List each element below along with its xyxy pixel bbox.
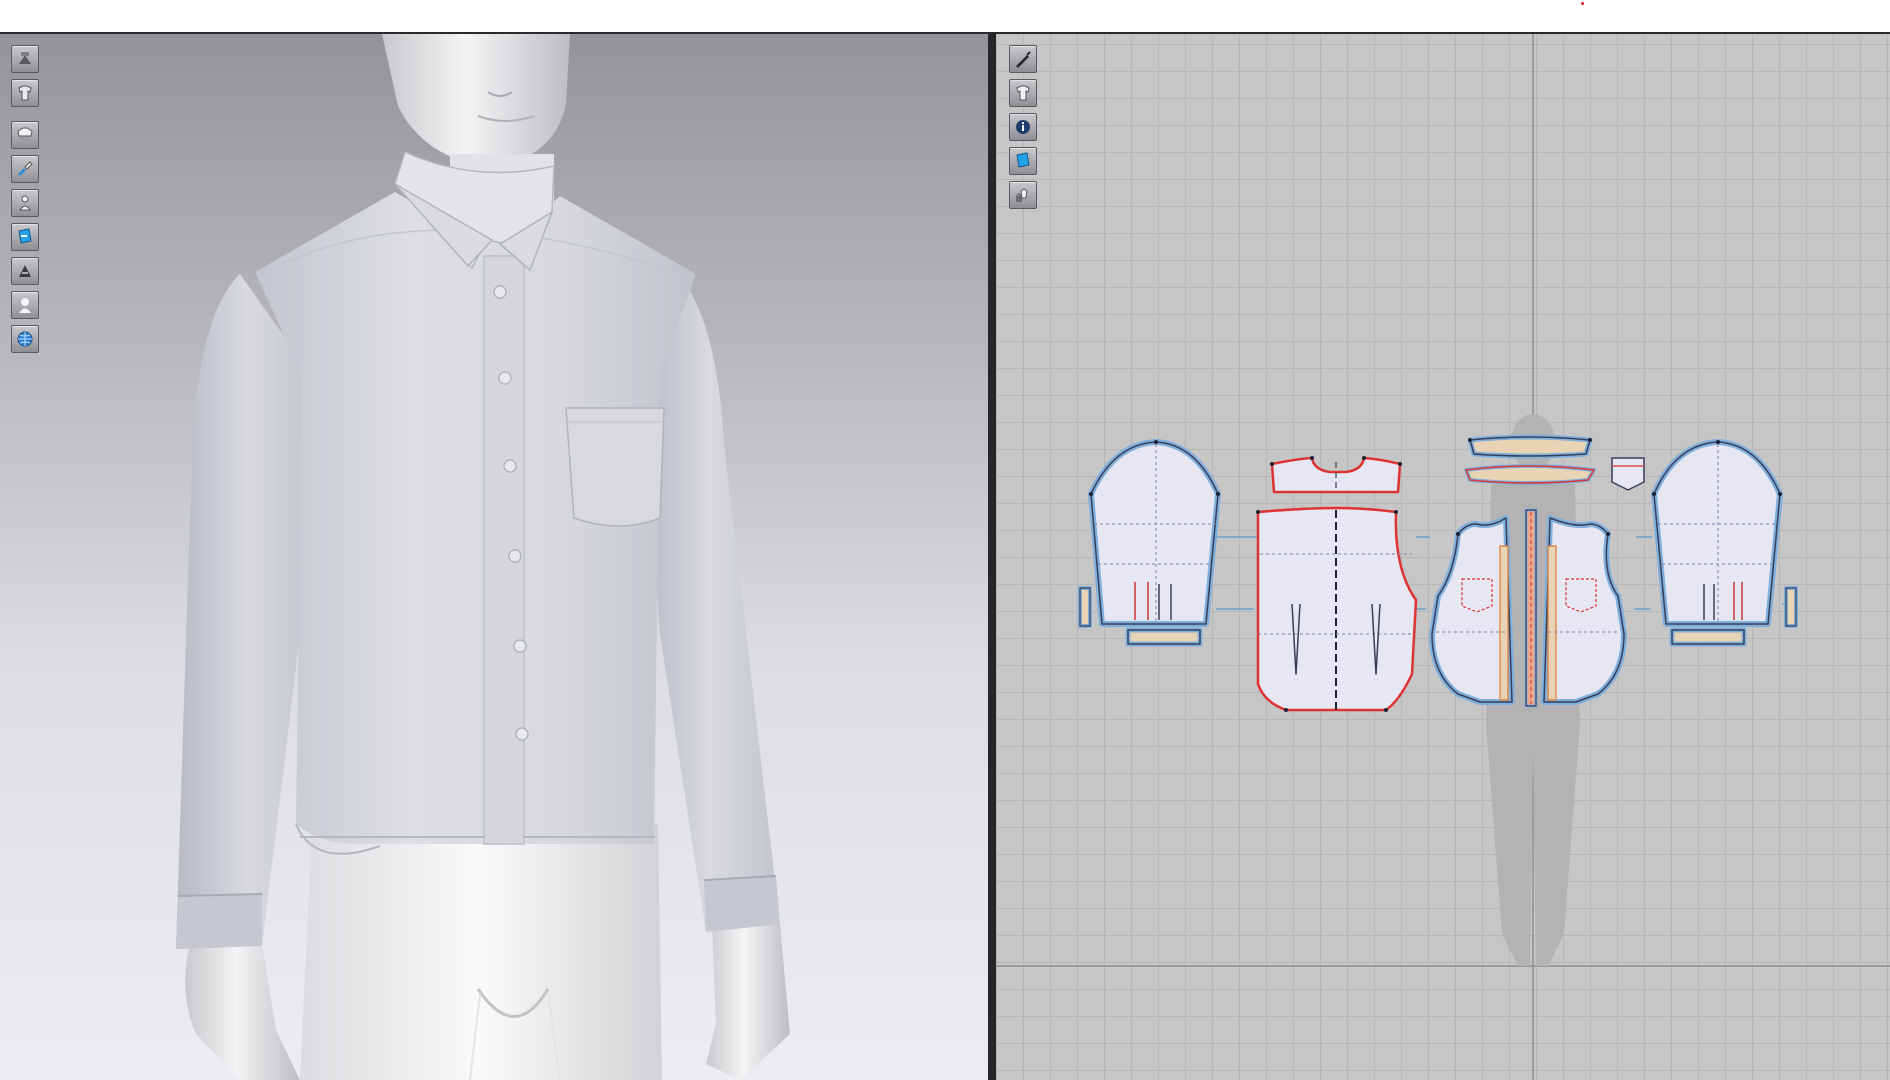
viewport-3d-toolbar [11, 45, 39, 359]
texture-paint-button[interactable] [11, 155, 39, 183]
fabric-texture-icon [1016, 152, 1030, 168]
pattern-2d-scene[interactable] [996, 34, 1890, 1080]
pattern-front-left[interactable] [1429, 515, 1515, 705]
texture-paint-icon [18, 161, 33, 176]
pattern-sleeve-placket-left[interactable] [1078, 586, 1092, 628]
pen-tool-icon [1016, 51, 1031, 68]
info-icon [1016, 120, 1030, 134]
fabric-texture-button[interactable] [1009, 147, 1037, 175]
avatar-silhouette-icon [19, 298, 31, 313]
shirt-sleeve-left [176, 274, 318, 949]
shirt-pattern-icon [1016, 85, 1030, 101]
pattern-front-right[interactable] [1541, 515, 1627, 705]
pattern-center-placket[interactable] [1524, 508, 1538, 708]
avatar-silhouette-button[interactable] [11, 291, 39, 319]
globe-environment-icon [17, 331, 33, 347]
fabric-color-icon [18, 228, 32, 244]
avatar-3d-scene[interactable] [0, 34, 988, 1080]
garment-display-button[interactable] [11, 45, 39, 73]
status-indicator [1581, 2, 1584, 5]
avatar-legs [300, 824, 662, 1080]
lock-pattern-icon [1016, 188, 1028, 202]
pattern-collar-stand[interactable] [1464, 464, 1596, 485]
shirt-display-icon [18, 85, 32, 101]
pattern-collar[interactable] [1467, 434, 1593, 459]
shirt-display-button[interactable] [11, 79, 39, 107]
pattern-back-yoke[interactable] [1270, 456, 1402, 494]
globe-environment-button[interactable] [11, 325, 39, 353]
info-button[interactable] [1009, 113, 1037, 141]
avatar-display-button[interactable] [11, 189, 39, 217]
pattern-sleeve-right[interactable] [1651, 439, 1783, 627]
viewport-3d[interactable] [0, 34, 988, 1080]
surface-render-icon [19, 265, 31, 277]
fabric-display-icon [17, 127, 33, 141]
garment-display-icon [19, 52, 31, 64]
shirt-pattern-button[interactable] [1009, 79, 1037, 107]
pattern-back-body[interactable] [1256, 506, 1418, 712]
surface-render-button[interactable] [11, 257, 39, 285]
pattern-sleeve-left[interactable] [1088, 439, 1221, 627]
lock-pattern-button[interactable] [1009, 181, 1037, 209]
pattern-sleeve-placket-right[interactable] [1784, 586, 1798, 628]
shirt-placket [483, 255, 525, 845]
top-menu-bar [0, 0, 1890, 34]
viewport-2d-toolbar [1009, 45, 1037, 215]
avatar-display-icon [19, 195, 31, 211]
shirt-pocket [565, 407, 665, 527]
viewport-2d-pattern[interactable] [996, 34, 1890, 1080]
shirt-body [255, 192, 696, 855]
viewport-divider[interactable] [988, 34, 996, 1080]
pen-tool-button[interactable] [1009, 45, 1037, 73]
pattern-pocket[interactable] [1611, 457, 1645, 491]
fabric-color-button[interactable] [11, 223, 39, 251]
pattern-cuff-left[interactable] [1125, 627, 1203, 647]
fabric-display-button[interactable] [11, 121, 39, 149]
pattern-cuff-right[interactable] [1669, 627, 1747, 647]
